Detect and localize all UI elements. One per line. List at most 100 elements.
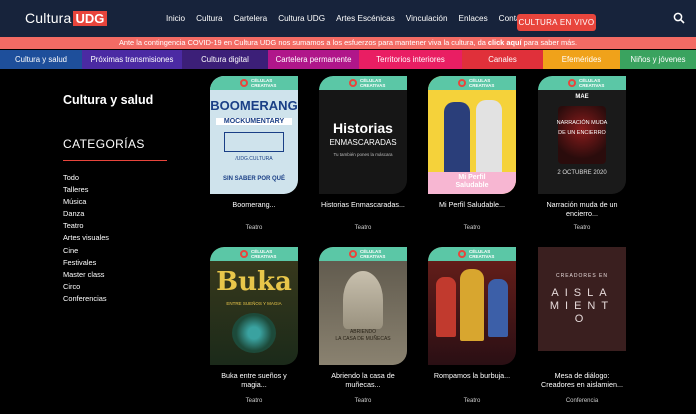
badge-line2: CREATIVAS <box>360 83 386 88</box>
celulas-creativas-tab: CÉLULAS CREATIVAS <box>538 76 626 90</box>
badge-line2: CREATIVAS <box>579 83 605 88</box>
poster-figure-right <box>476 100 502 172</box>
nav-inicio[interactable]: Inicio <box>166 13 185 24</box>
poster-extra: MAE <box>575 94 589 100</box>
card-title[interactable]: Historias Enmascaradas... <box>319 200 407 209</box>
event-card[interactable]: CÉLULAS CREATIVAS ABRIENDO LA CASA DE MUÑ… <box>319 247 407 412</box>
card-category: Teatro <box>573 225 591 231</box>
celulas-creativas-tab: CÉLULAS CREATIVAS <box>319 247 407 261</box>
celulas-logo-icon <box>349 79 357 87</box>
poster-artwork <box>232 313 276 353</box>
nav-cartelera[interactable]: Cartelera <box>234 13 268 24</box>
site-logo[interactable]: Cultura UDG <box>25 9 108 27</box>
card-title[interactable]: Narración muda de un encierro... <box>538 200 626 218</box>
nav-cultura-udg[interactable]: Cultura UDG <box>278 13 325 24</box>
search-icon[interactable] <box>673 12 685 24</box>
catbar-canales[interactable]: Canales <box>462 50 543 69</box>
catbar-cultura-y-salud[interactable]: Cultura y salud <box>0 50 82 69</box>
poster-casa-de-munecas[interactable]: CÉLULAS CREATIVAS ABRIENDO LA CASA DE MUÑ… <box>319 247 407 365</box>
poster-title: BOOMERANG <box>210 98 298 113</box>
card-title[interactable]: Abriendo la casa de muñecas... <box>319 371 407 389</box>
poster-footer: SIN SABER POR QUÉ <box>222 176 285 182</box>
category-master-class[interactable]: Master class <box>63 269 109 281</box>
logo-word: Cultura <box>25 10 72 26</box>
logo-udg: UDG <box>72 10 108 26</box>
category-conferencias[interactable]: Conferencias <box>63 293 109 305</box>
category-cine[interactable]: Cine <box>63 245 109 257</box>
nav-enlaces[interactable]: Enlaces <box>459 13 488 24</box>
category-todo[interactable]: Todo <box>63 172 109 184</box>
badge-line2: CREATIVAS <box>469 83 495 88</box>
event-card[interactable]: CÉLULAS CREATIVAS BOOMERANG MOCKUMENTARY … <box>210 76 298 236</box>
poster-boomerang[interactable]: CÉLULAS CREATIVAS BOOMERANG MOCKUMENTARY … <box>210 76 298 194</box>
nav-vinculacion[interactable]: Vinculación <box>406 13 448 24</box>
poster-artwork <box>343 271 383 329</box>
announcement-link[interactable]: click aquí <box>488 38 522 47</box>
card-title[interactable]: Buka entre sueños y magia... <box>210 371 298 389</box>
card-category: Teatro <box>245 398 263 404</box>
celulas-logo-icon <box>240 250 248 258</box>
cultura-en-vivo-button[interactable]: CULTURA EN VIVO <box>517 14 596 31</box>
catbar-territorios-interiores[interactable]: Territorios interiores <box>359 50 462 69</box>
catbar-efemerides[interactable]: Efemérides <box>543 50 620 69</box>
celulas-logo-icon <box>568 79 576 87</box>
category-festivales[interactable]: Festivales <box>63 257 109 269</box>
poster-title: Mi Perfil <box>458 174 486 181</box>
card-category: Teatro <box>354 398 372 404</box>
poster-figure <box>460 269 484 341</box>
poster-historias-enmascaradas[interactable]: CÉLULAS CREATIVAS Historias ENMASCARADAS … <box>319 76 407 194</box>
catbar-ninos-y-jovenes[interactable]: Niños y jóvenes <box>620 50 696 69</box>
poster-narracion-muda[interactable]: CÉLULAS CREATIVAS MAE NARRACIÓN MUDA DE U… <box>538 76 626 194</box>
categories-list: Todo Talleres Música Danza Teatro Artes … <box>63 172 109 305</box>
category-teatro[interactable]: Teatro <box>63 220 109 232</box>
category-danza[interactable]: Danza <box>63 208 109 220</box>
poster-figure-left <box>444 102 470 172</box>
poster-title: CREADORES EN <box>555 273 608 279</box>
card-title[interactable]: Boomerang... <box>210 200 298 209</box>
poster-title: Historias <box>333 120 393 136</box>
nav-artes-escenicas[interactable]: Artes Escénicas <box>336 13 395 24</box>
poster-graphic <box>224 132 284 152</box>
poster-subtitle: MOCKUMENTARY <box>216 118 292 125</box>
event-card[interactable]: CREADORES EN AISLAMIENTO Mesa de diálogo… <box>538 247 626 412</box>
poster-title: ABRIENDO <box>349 329 377 335</box>
poster-title: Buka <box>216 267 292 297</box>
card-title[interactable]: Mesa de diálogo: Creadores en aislamien.… <box>538 371 626 389</box>
celulas-logo-icon <box>240 79 248 87</box>
section-title: Cultura y salud <box>63 93 154 107</box>
category-talleres[interactable]: Talleres <box>63 184 109 196</box>
catbar-cultura-digital[interactable]: Cultura digital <box>182 50 268 69</box>
card-category: Conferencia <box>565 398 599 404</box>
celulas-creativas-tab: CÉLULAS CREATIVAS <box>210 247 298 261</box>
category-artes-visuales[interactable]: Artes visuales <box>63 232 109 244</box>
category-bar: Cultura y salud Próximas transmisiones C… <box>0 50 696 69</box>
category-circo[interactable]: Circo <box>63 281 109 293</box>
poster-subtitle: DE UN ENCIERRO <box>558 130 606 136</box>
poster-mi-perfil-saludable[interactable]: CÉLULAS CREATIVAS Mi Perfil Saludable <box>428 76 516 194</box>
event-card[interactable]: CÉLULAS CREATIVAS Historias ENMASCARADAS … <box>319 76 407 236</box>
card-category: Teatro <box>245 225 263 231</box>
card-title[interactable]: Rompamos la burbuja... <box>428 371 516 380</box>
event-card[interactable]: CÉLULAS CREATIVAS Buka ENTRE SUEÑOS Y MAG… <box>210 247 298 412</box>
nav-cultura[interactable]: Cultura <box>196 13 222 24</box>
poster-subtitle: ENTRE SUEÑOS Y MAGIA <box>226 301 282 306</box>
celulas-logo-icon <box>458 79 466 87</box>
badge-line2: CREATIVAS <box>251 254 277 259</box>
poster-extra: /UDG.CULTURA <box>235 156 273 162</box>
poster-subtitle: AISLAMIENTO <box>549 287 615 325</box>
event-card[interactable]: CÉLULAS CREATIVAS MAE NARRACIÓN MUDA DE U… <box>538 76 626 236</box>
card-title[interactable]: Mi Perfil Saludable... <box>428 200 516 209</box>
catbar-proximas-transmisiones[interactable]: Próximas transmisiones <box>82 50 182 69</box>
category-musica[interactable]: Música <box>63 196 109 208</box>
card-category: Teatro <box>463 398 481 404</box>
poster-subtitle: ENMASCARADAS <box>329 138 397 147</box>
catbar-cartelera-permanente[interactable]: Cartelera permanente <box>268 50 359 69</box>
event-card[interactable]: CÉLULAS CREATIVAS Rompamos la burbuja... … <box>428 247 516 412</box>
poster-figure <box>488 279 508 337</box>
event-card[interactable]: CÉLULAS CREATIVAS Mi Perfil Saludable Mi … <box>428 76 516 236</box>
poster-rompamos-la-burbuja[interactable]: CÉLULAS CREATIVAS <box>428 247 516 365</box>
poster-title: NARRACIÓN MUDA <box>556 120 608 126</box>
poster-buka[interactable]: CÉLULAS CREATIVAS Buka ENTRE SUEÑOS Y MAG… <box>210 247 298 365</box>
poster-creadores-en-aislamiento[interactable]: CREADORES EN AISLAMIENTO <box>538 247 626 351</box>
badge-line2: CREATIVAS <box>360 254 386 259</box>
